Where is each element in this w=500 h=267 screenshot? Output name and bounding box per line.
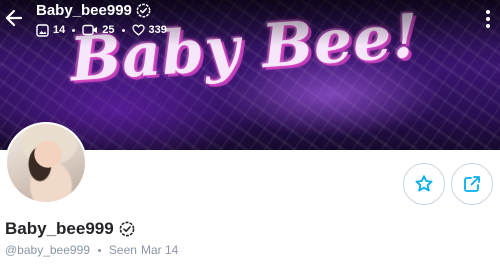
videos-count-value: 25 <box>102 24 115 36</box>
video-icon <box>82 24 98 36</box>
videos-count: 25 <box>82 24 115 36</box>
stats-separator <box>72 28 76 32</box>
more-vertical-icon-dot <box>486 24 490 28</box>
back-button[interactable] <box>4 6 24 30</box>
photos-count-value: 14 <box>53 24 66 36</box>
share-icon <box>464 176 480 192</box>
more-options-button[interactable] <box>480 6 496 32</box>
stats-separator <box>121 28 125 32</box>
image-icon <box>36 23 49 37</box>
heart-icon <box>131 24 145 36</box>
share-button[interactable] <box>451 163 493 205</box>
meta-separator <box>97 248 101 252</box>
profile-display-name: Baby_bee999 <box>5 219 135 239</box>
topbar-username: Baby_bee999 <box>36 1 151 19</box>
verified-badge-icon <box>136 3 151 17</box>
likes-count-value: 339 <box>148 24 167 36</box>
avatar[interactable] <box>5 122 87 204</box>
verified-badge-icon <box>119 221 135 237</box>
arrow-left-icon <box>5 9 23 27</box>
profile-stats: 14 25 339 <box>36 21 167 39</box>
topbar-username-text: Baby_bee999 <box>36 1 132 19</box>
star-icon <box>415 175 433 192</box>
last-seen-label: Seen <box>108 243 137 257</box>
likes-count: 339 <box>131 24 167 36</box>
profile-handle: @baby_bee999 <box>5 243 90 257</box>
more-vertical-icon <box>486 10 490 14</box>
profile-display-name-text: Baby_bee999 <box>5 219 114 238</box>
add-to-favorites-button[interactable] <box>403 163 445 205</box>
photos-count: 14 <box>36 23 66 37</box>
profile-meta: @baby_bee999 Seen Mar 14 <box>5 242 178 258</box>
last-seen-value: Mar 14 <box>140 243 179 257</box>
more-vertical-icon-dot <box>486 17 490 21</box>
